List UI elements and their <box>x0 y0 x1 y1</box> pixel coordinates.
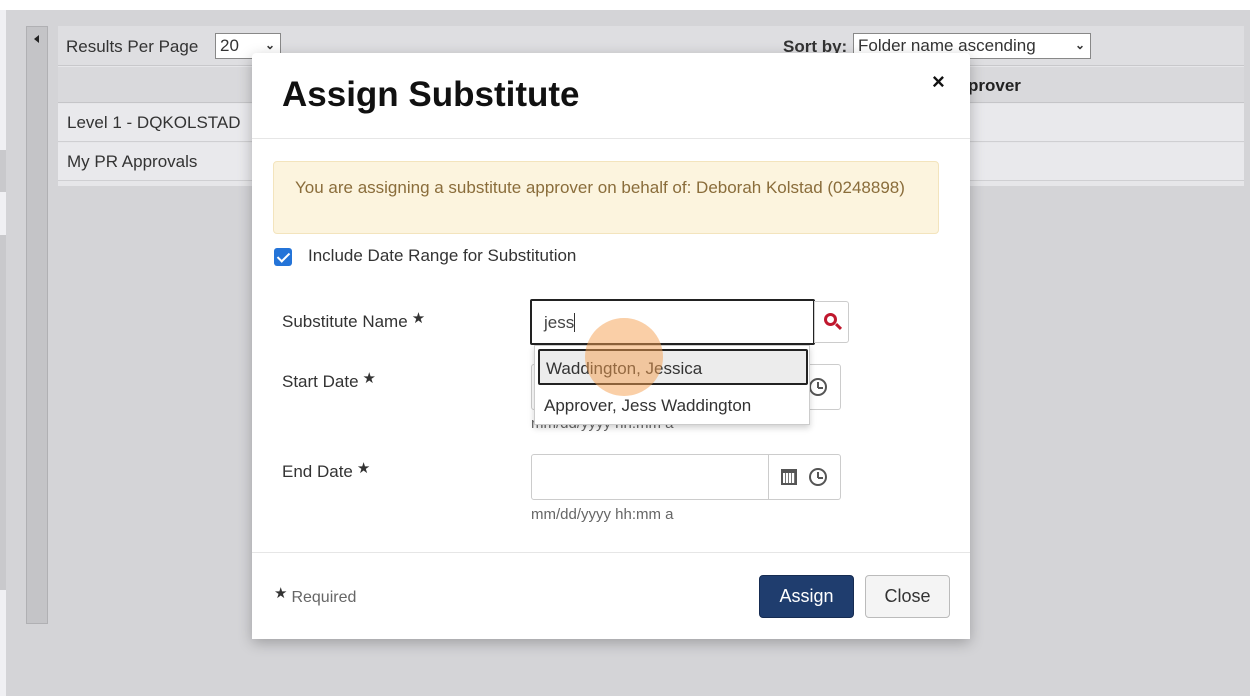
left-edge-panel <box>0 235 6 590</box>
search-button[interactable] <box>814 301 849 343</box>
close-icon[interactable]: × <box>932 69 945 95</box>
click-indicator <box>585 318 663 396</box>
required-star-icon: ★ <box>356 460 371 477</box>
collapse-arrow-icon[interactable] <box>34 35 39 43</box>
required-note-text: Required <box>291 589 357 606</box>
end-date-label: End Date ★ <box>282 459 370 482</box>
end-date-label-text: End Date <box>282 462 353 481</box>
assign-substitute-dialog: Assign Substitute × You are assigning a … <box>252 53 970 639</box>
chevron-down-icon: ⌄ <box>264 38 275 52</box>
suggestion-item[interactable]: Waddington, Jessica <box>538 349 808 385</box>
required-star-icon: ★ <box>362 370 376 387</box>
start-date-label: Start Date ★ <box>282 369 376 392</box>
dialog-header: Assign Substitute × <box>252 53 970 139</box>
include-date-range-checkbox[interactable] <box>274 248 292 266</box>
required-star-icon: ★ <box>411 310 426 327</box>
on-behalf-alert: You are assigning a substitute approver … <box>273 161 939 234</box>
required-note: ★ Required <box>274 584 356 607</box>
required-star-icon: ★ <box>274 585 288 602</box>
substitute-suggestions-dropdown: Waddington, Jessica Approver, Jess Waddi… <box>534 345 810 425</box>
results-per-page-value: 20 <box>220 36 239 55</box>
start-date-label-text: Start Date <box>282 372 359 391</box>
text-caret <box>574 313 576 332</box>
side-panel-toggle[interactable] <box>26 26 48 624</box>
clock-icon[interactable] <box>809 468 827 486</box>
dialog-footer: ★ Required Assign Close <box>252 552 970 639</box>
folder-name-cell[interactable]: My PR Approvals <box>67 152 197 172</box>
end-date-format-hint: mm/dd/yyyy hh:mm a <box>531 506 674 523</box>
substitute-name-value: jess <box>544 313 575 332</box>
column-header-approver[interactable]: prover <box>968 76 1021 96</box>
calendar-icon[interactable] <box>781 469 797 485</box>
close-button[interactable]: Close <box>865 575 950 618</box>
top-strip <box>0 0 1250 10</box>
chevron-down-icon: ⌄ <box>1074 38 1085 52</box>
include-date-range-label[interactable]: Include Date Range for Substitution <box>308 246 576 266</box>
substitute-name-label-text: Substitute Name <box>282 312 408 331</box>
substitute-name-label: Substitute Name ★ <box>282 309 425 332</box>
folder-name-cell[interactable]: Level 1 - DQKOLSTAD <box>67 113 241 133</box>
end-date-input[interactable] <box>531 454 841 500</box>
search-icon-handle <box>834 322 843 331</box>
dialog-title: Assign Substitute <box>282 75 580 114</box>
end-date-addon <box>768 455 841 499</box>
substitute-name-input[interactable]: jess <box>530 299 815 345</box>
clock-icon[interactable] <box>809 378 827 396</box>
left-edge-notch <box>0 150 6 192</box>
suggestion-item[interactable]: Approver, Jess Waddington <box>535 386 811 424</box>
results-per-page-label: Results Per Page <box>66 37 199 56</box>
assign-button[interactable]: Assign <box>759 575 854 618</box>
